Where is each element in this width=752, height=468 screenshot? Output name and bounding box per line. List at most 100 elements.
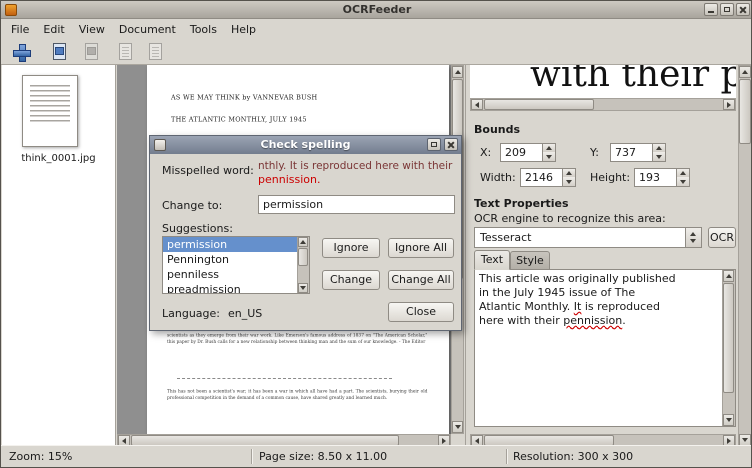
page-thumbnail[interactable] xyxy=(22,75,78,147)
misspelled-context-text: nthly. It is reproduced here with their xyxy=(258,160,456,173)
export-document-button[interactable] xyxy=(111,40,139,63)
scroll-right-arrow[interactable] xyxy=(723,99,735,110)
vscroll-thumb[interactable] xyxy=(723,283,734,393)
dialog-close-button[interactable] xyxy=(444,138,458,151)
menu-help[interactable]: Help xyxy=(224,21,263,38)
check-spelling-dialog: Check spelling Misspelled word: nthly. I… xyxy=(149,135,462,331)
text-properties-title: Text Properties xyxy=(474,197,569,210)
dialog-close-action-button[interactable]: Close xyxy=(388,302,454,322)
add-image-icon xyxy=(13,44,29,60)
scroll-up-arrow[interactable] xyxy=(452,66,463,78)
y-spinbox[interactable]: 737 xyxy=(610,143,666,162)
recognize-areas-icon xyxy=(85,43,98,60)
hscroll-thumb[interactable] xyxy=(484,99,594,110)
change-all-button[interactable]: Change All xyxy=(388,270,454,290)
tab-text[interactable]: Text xyxy=(474,250,510,270)
y-spin-down-button[interactable] xyxy=(652,152,665,161)
page-divider xyxy=(177,378,392,379)
combo-arrows-icon[interactable] xyxy=(685,228,701,247)
misspelled-context: nthly. It is reproduced here with their … xyxy=(258,160,456,186)
suggestions-list[interactable]: permission Pennington penniless preadmis… xyxy=(162,236,310,294)
misspelled-run: pennission xyxy=(563,314,622,327)
scroll-up-arrow[interactable] xyxy=(298,237,308,247)
text-editor-content[interactable]: This article was originally published in… xyxy=(479,272,679,328)
pages-panel: think_0001.jpg xyxy=(2,65,116,445)
tab-style[interactable]: Style xyxy=(510,251,550,270)
change-to-label: Change to: xyxy=(162,199,222,212)
scroll-up-arrow[interactable] xyxy=(723,270,734,282)
maximize-button[interactable] xyxy=(720,3,734,16)
scroll-down-arrow[interactable] xyxy=(723,414,734,426)
misspelled-word-label: Misspelled word: xyxy=(162,164,254,177)
generate-document-button[interactable] xyxy=(141,40,169,63)
recognize-document-button[interactable] xyxy=(45,40,73,63)
preview-hscrollbar[interactable] xyxy=(470,98,736,111)
y-value[interactable]: 737 xyxy=(615,146,636,159)
titlebar[interactable]: OCRFeeder xyxy=(1,1,752,19)
suggestions-vscrollbar[interactable] xyxy=(297,237,309,293)
dialog-maximize-button[interactable] xyxy=(427,138,441,151)
suggestion-item[interactable]: permission xyxy=(163,237,297,252)
language-value: en_US xyxy=(228,307,262,320)
ocr-engine-label: OCR engine to recognize this area: xyxy=(474,212,666,225)
properties-panel: with their p Bounds X: 209 Y: 737 Width:… xyxy=(465,65,738,447)
width-spinbox[interactable]: 2146 xyxy=(520,168,576,187)
change-button[interactable]: Change xyxy=(322,270,380,290)
export-document-icon xyxy=(119,43,132,60)
height-value[interactable]: 193 xyxy=(639,171,660,184)
menubar: File Edit View Document Tools Help xyxy=(1,19,752,39)
vscroll-thumb[interactable] xyxy=(298,248,308,266)
bounds-title: Bounds xyxy=(474,123,520,136)
x-label: X: xyxy=(480,146,491,159)
menu-file[interactable]: File xyxy=(4,21,36,38)
generate-document-icon xyxy=(149,43,162,60)
ocr-engine-select[interactable]: Tesseract xyxy=(474,227,702,248)
page-size-status: Page size: 8.50 x 11.00 xyxy=(259,450,387,463)
ignore-button[interactable]: Ignore xyxy=(322,238,380,258)
suggestions-label: Suggestions: xyxy=(162,222,233,235)
width-label: Width: xyxy=(480,171,516,184)
misspelled-word: pennission. xyxy=(258,173,456,186)
thumbnail-label: think_0001.jpg xyxy=(2,153,115,164)
scroll-down-arrow[interactable] xyxy=(452,421,463,433)
x-spin-down-button[interactable] xyxy=(542,152,555,161)
menu-edit[interactable]: Edit xyxy=(36,21,71,38)
scroll-up-arrow[interactable] xyxy=(739,66,751,78)
ocr-button[interactable]: OCR xyxy=(708,227,736,248)
menu-tools[interactable]: Tools xyxy=(183,21,224,38)
height-spin-down-button[interactable] xyxy=(676,177,689,186)
page-header-line1: AS WE MAY THINK by VANNEVAR BUSH xyxy=(171,94,317,101)
region-preview: with their p xyxy=(470,65,736,98)
resolution-status: Resolution: 300 x 300 xyxy=(513,450,633,463)
ignore-all-button[interactable]: Ignore All xyxy=(388,238,454,258)
menu-document[interactable]: Document xyxy=(112,21,183,38)
scroll-down-arrow[interactable] xyxy=(298,283,308,293)
text-editor[interactable]: This article was originally published in… xyxy=(474,269,736,427)
suggestion-item[interactable]: penniless xyxy=(163,267,297,282)
menu-view[interactable]: View xyxy=(72,21,112,38)
ocrfeeder-window: OCRFeeder File Edit View Document Tools … xyxy=(0,0,752,468)
page-header-line2: THE ATLANTIC MONTHLY, JULY 1945 xyxy=(171,116,307,123)
suggestion-item[interactable]: preadmission xyxy=(163,282,297,294)
width-value[interactable]: 2146 xyxy=(525,171,553,184)
recognize-areas-button[interactable] xyxy=(77,40,105,63)
statusbar: Zoom: 15% Page size: 8.50 x 11.00 Resolu… xyxy=(1,445,751,467)
zoom-status: Zoom: 15% xyxy=(9,450,72,463)
vscroll-thumb[interactable] xyxy=(739,79,751,144)
height-spinbox[interactable]: 193 xyxy=(634,168,690,187)
recognize-document-icon xyxy=(53,43,66,60)
window-title: OCRFeeder xyxy=(1,3,752,16)
x-spinbox[interactable]: 209 xyxy=(500,143,556,162)
suggestion-item[interactable]: Pennington xyxy=(163,252,297,267)
region-preview-text: with their p xyxy=(530,65,736,95)
x-value[interactable]: 209 xyxy=(505,146,526,159)
text-editor-vscrollbar[interactable] xyxy=(722,270,735,426)
scroll-left-arrow[interactable] xyxy=(471,99,483,110)
minimize-button[interactable] xyxy=(704,3,718,16)
panel-vscrollbar[interactable] xyxy=(738,65,752,447)
width-spin-down-button[interactable] xyxy=(562,177,575,186)
dialog-titlebar[interactable]: Check spelling xyxy=(150,136,461,154)
close-button[interactable] xyxy=(736,3,750,16)
change-to-input[interactable] xyxy=(258,195,455,214)
add-image-button[interactable] xyxy=(7,40,35,63)
